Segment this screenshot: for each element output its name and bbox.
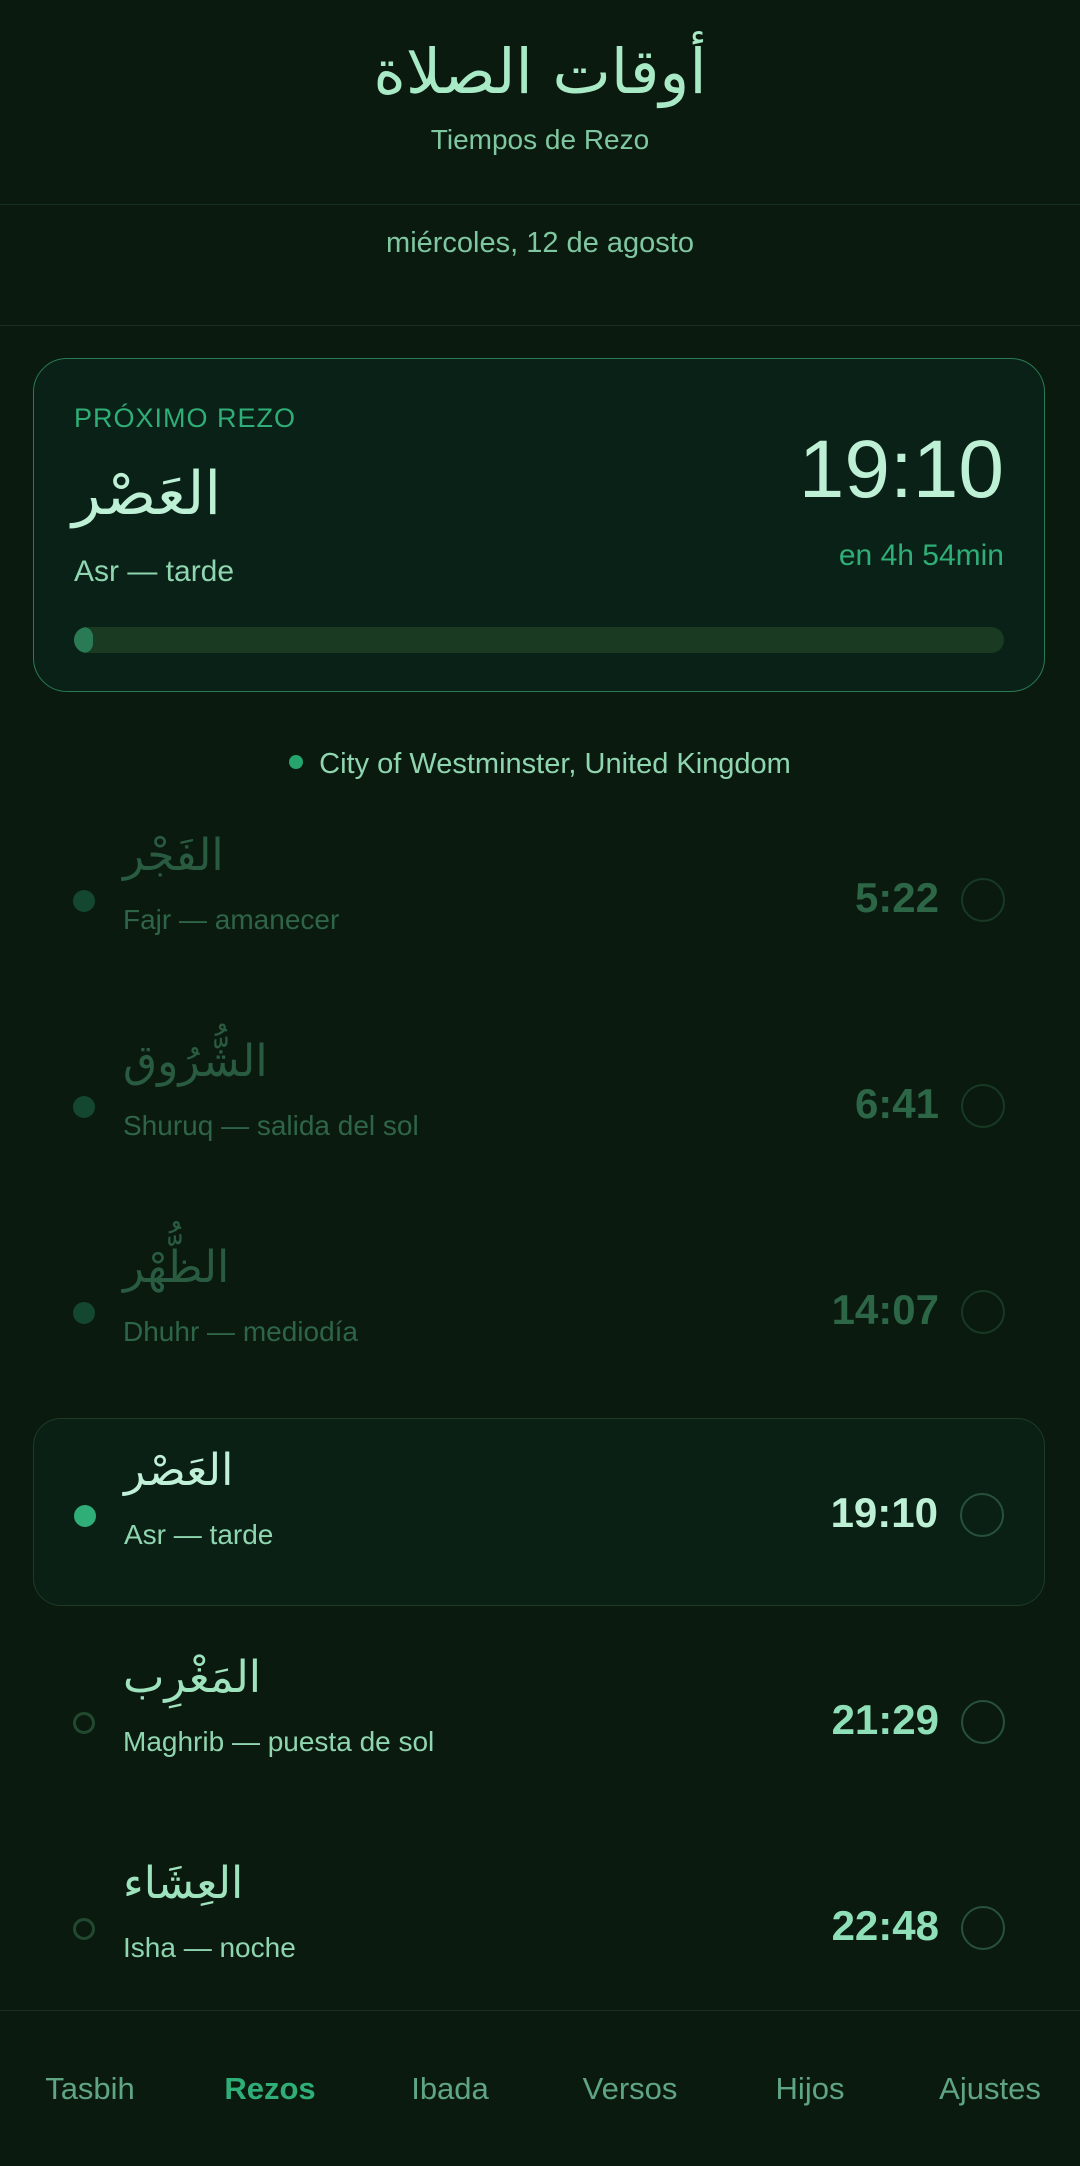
current-date[interactable]: miércoles, 12 de agosto [0, 205, 1080, 260]
progress-fill [74, 627, 93, 653]
prayer-status-dot [74, 1505, 96, 1527]
next-prayer-countdown: en 4h 54min [838, 539, 1004, 572]
date-band: miércoles, 12 de agosto [0, 205, 1080, 326]
prayer-status-dot [73, 890, 95, 912]
next-prayer-progress-bar [74, 627, 1004, 653]
next-prayer-name: Asr — tarde [74, 555, 235, 588]
prayer-name: Maghrib — puesta de sol [123, 1726, 435, 1757]
prayer-time: 21:29 [831, 1696, 939, 1743]
prayer-name-arabic: الفَجْر [123, 830, 224, 881]
nav-tab-rezos[interactable]: Rezos [180, 2071, 360, 2107]
prayer-name: Isha — noche [123, 1932, 296, 1963]
prayer-name-arabic: العَصْر [124, 1445, 234, 1496]
location-dot-icon [289, 755, 304, 770]
prayer-status-dot [73, 1918, 95, 1940]
page-title-arabic: أوقات الصلاة [373, 35, 707, 108]
prayer-done-checkbox[interactable] [961, 1906, 1005, 1950]
prayer-name: Asr — tarde [124, 1519, 274, 1550]
prayer-name: Dhuhr — mediodía [123, 1316, 359, 1347]
prayer-done-checkbox[interactable] [960, 1493, 1004, 1537]
prayer-done-checkbox[interactable] [961, 878, 1005, 922]
prayer-name-arabic: المَغْرِب [123, 1652, 261, 1703]
next-prayer-name-arabic: العَصْر [72, 459, 222, 529]
bottom-navigation: Tasbih Rezos Ibada Versos Hijos Ajustes [0, 2010, 1080, 2166]
location-indicator[interactable]: City of Westminster, United Kingdom [0, 748, 1080, 781]
app-header: أوقات الصلاة Tiempos de Rezo [0, 0, 1080, 205]
prayer-name-arabic: الشُّرُوق [123, 1036, 268, 1087]
prayer-name-arabic: العِشَاء [123, 1858, 244, 1909]
prayer-time: 6:41 [854, 1080, 939, 1127]
prayer-time: 14:07 [831, 1286, 939, 1333]
location-name: City of Westminster, United Kingdom [319, 748, 791, 780]
next-prayer-card[interactable]: PRÓXIMO REZO العَصْر Asr — tarde 19:10 e… [33, 358, 1045, 692]
prayer-status-dot [73, 1302, 95, 1324]
nav-tab-tasbih[interactable]: Tasbih [0, 2071, 180, 2107]
next-prayer-label: PRÓXIMO REZO [74, 403, 297, 433]
prayer-done-checkbox[interactable] [961, 1084, 1005, 1128]
prayer-done-checkbox[interactable] [961, 1700, 1005, 1744]
prayer-name-arabic: الظُّهْر [123, 1242, 230, 1293]
next-prayer-time: 19:10 [798, 424, 1004, 515]
nav-tab-ajustes[interactable]: Ajustes [900, 2071, 1080, 2107]
prayer-row-fajr[interactable]: الفَجْر Fajr — amanecer 5:22 [33, 804, 1045, 992]
prayer-time: 19:10 [830, 1489, 938, 1536]
prayer-row-dhuhr[interactable]: الظُّهْر Dhuhr — mediodía 14:07 [33, 1216, 1045, 1404]
nav-tab-hijos[interactable]: Hijos [720, 2071, 900, 2107]
prayer-status-dot [73, 1096, 95, 1118]
prayer-row-asr[interactable]: العَصْر Asr — tarde 19:10 [33, 1418, 1045, 1606]
prayer-status-dot [73, 1712, 95, 1734]
prayer-name: Fajr — amanecer [123, 904, 340, 935]
nav-tab-versos[interactable]: Versos [540, 2071, 720, 2107]
nav-tab-ibada[interactable]: Ibada [360, 2071, 540, 2107]
prayer-row-isha[interactable]: العِشَاء Isha — noche 22:48 [33, 1832, 1045, 2020]
prayer-done-checkbox[interactable] [961, 1290, 1005, 1334]
prayer-row-shuruq[interactable]: الشُّرُوق Shuruq — salida del sol 6:41 [33, 1010, 1045, 1198]
prayer-row-maghrib[interactable]: المَغْرِب Maghrib — puesta de sol 21:29 [33, 1626, 1045, 1814]
prayer-time: 22:48 [831, 1902, 939, 1949]
prayer-time: 5:22 [854, 874, 939, 921]
prayer-name: Shuruq — salida del sol [123, 1110, 419, 1141]
page-title-spanish: Tiempos de Rezo [430, 124, 650, 155]
